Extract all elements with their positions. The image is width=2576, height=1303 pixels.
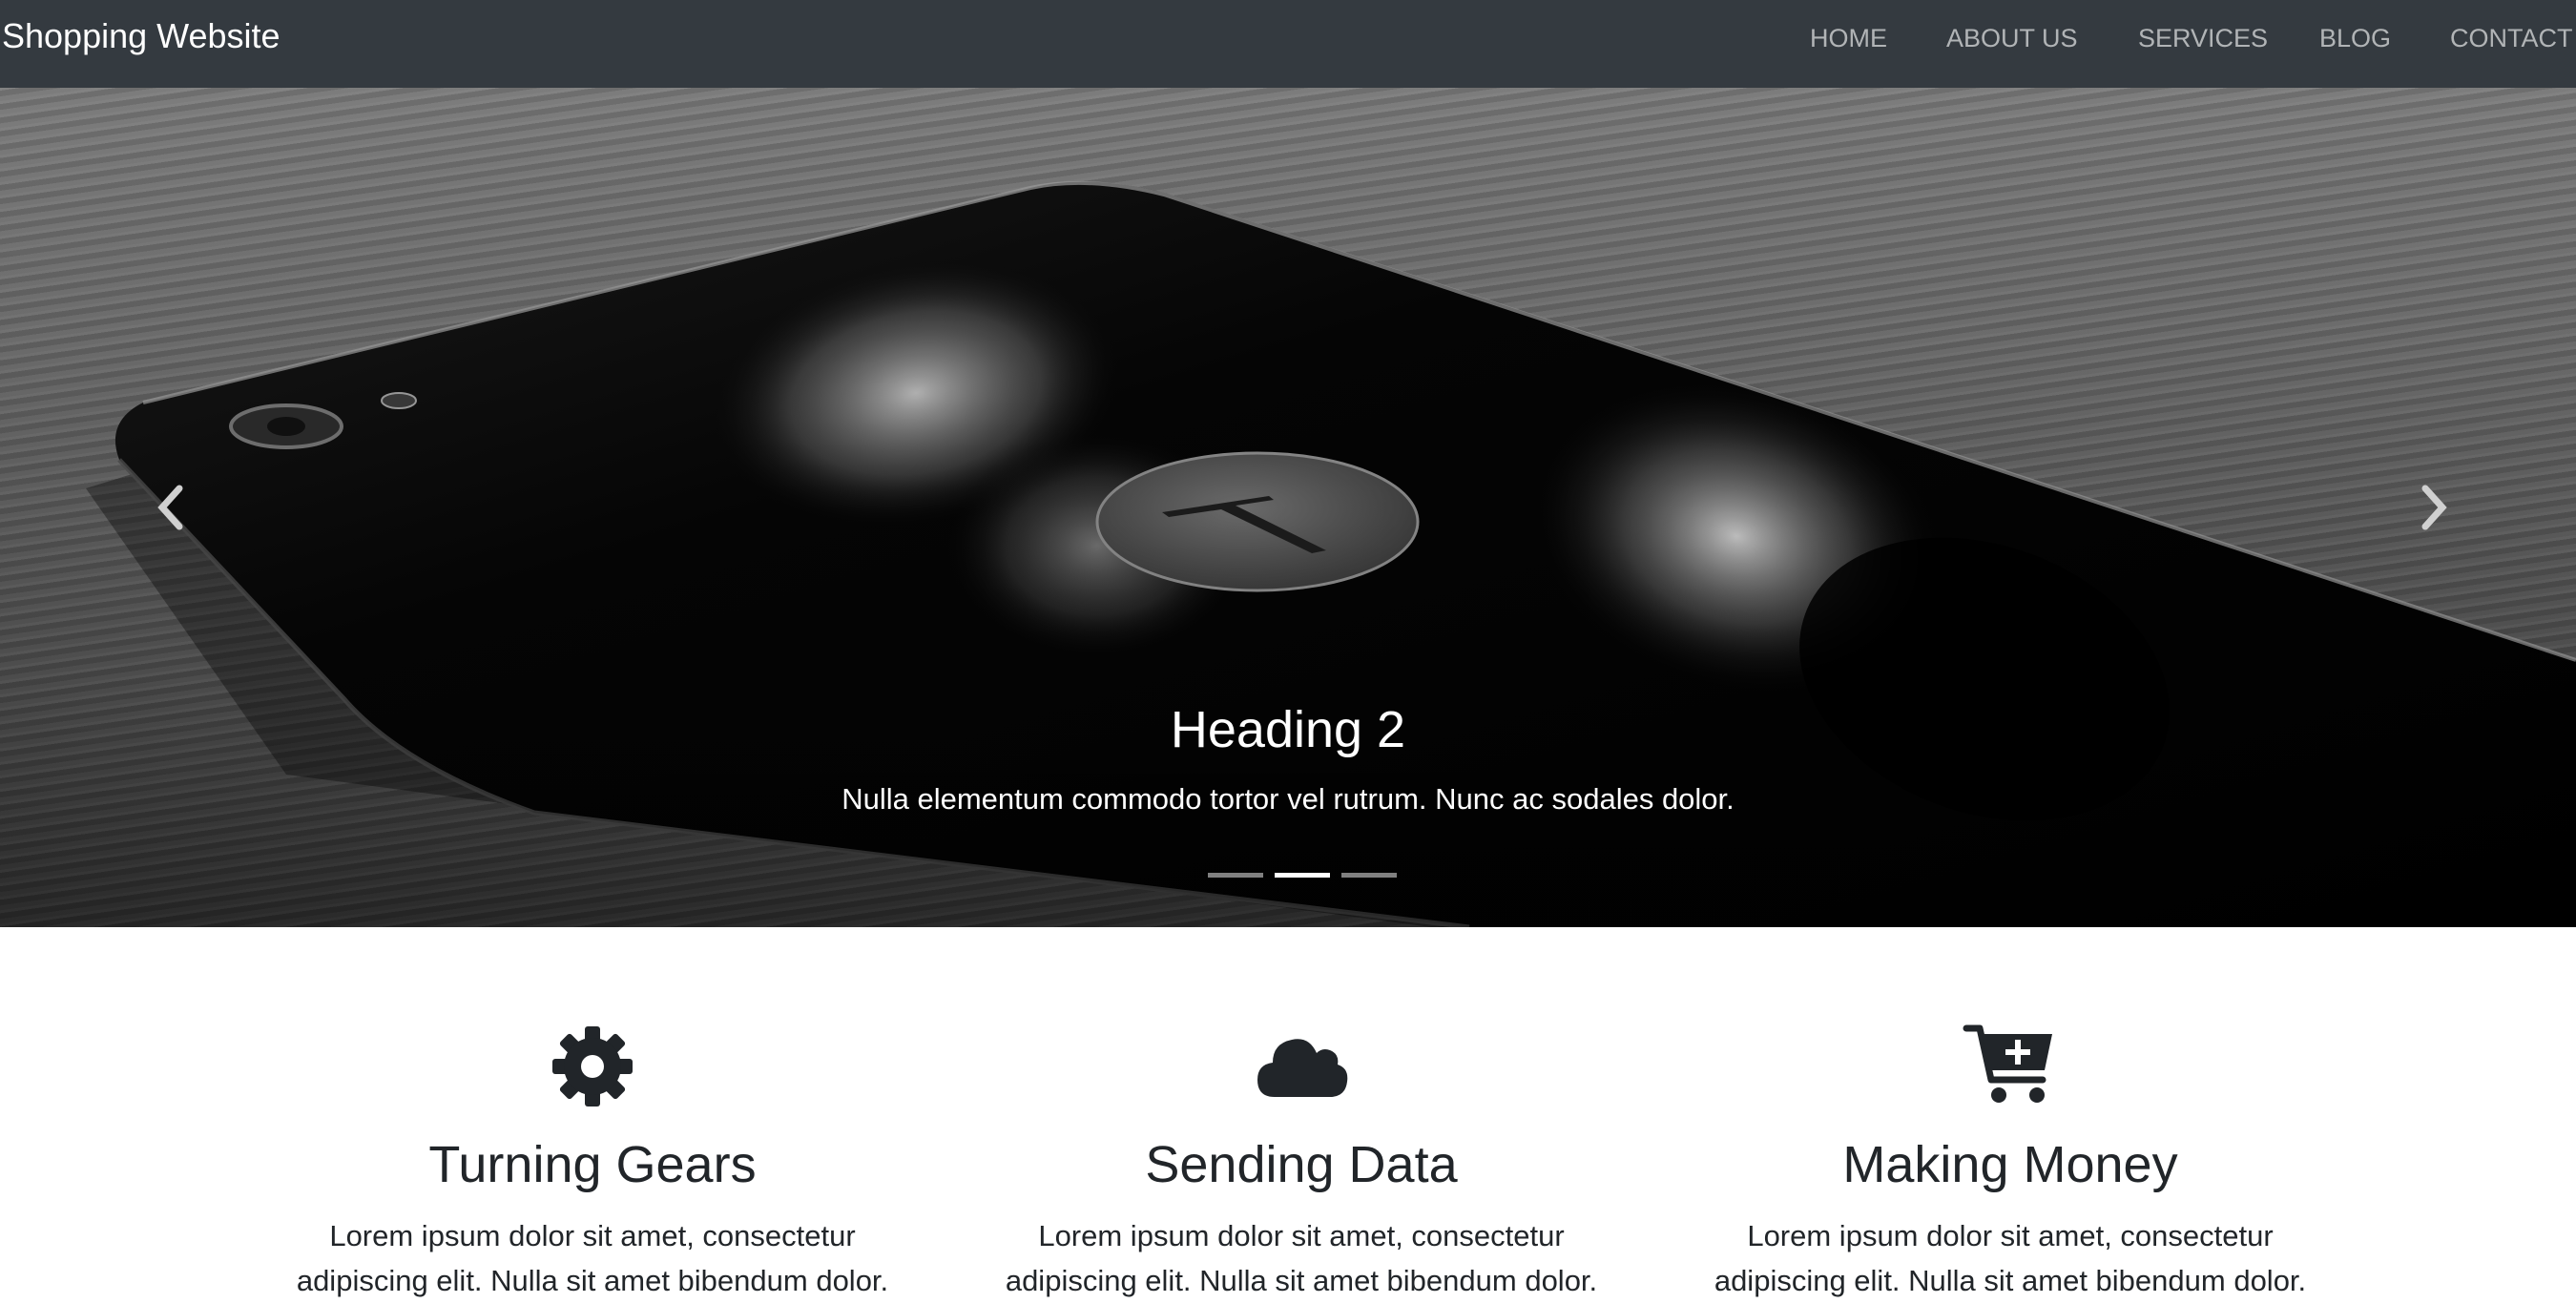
nav-link-about-us[interactable]: ABOUT US xyxy=(1946,21,2078,55)
feature-title: Sending Data xyxy=(1145,1136,1458,1193)
feature-column-making-money: Making Money Lorem ipsum dolor sit amet,… xyxy=(1676,1019,2344,1303)
navbar-brand[interactable]: Shopping Website xyxy=(2,13,280,59)
cart-plus-icon xyxy=(1963,1024,2052,1103)
carousel-indicators xyxy=(1208,873,1399,884)
chevron-left-icon xyxy=(157,485,183,530)
chevron-right-icon xyxy=(2421,485,2447,530)
feature-title: Turning Gears xyxy=(428,1136,757,1193)
feature-text: Lorem ipsum dolor sit amet, consectetur … xyxy=(1005,1219,1598,1297)
nav-link-blog[interactable]: BLOG xyxy=(2319,21,2391,55)
carousel-caption-text: Nulla elementum commodo tortor vel rutru… xyxy=(841,782,1735,816)
feature-column-sending-data: Sending Data Lorem ipsum dolor sit amet,… xyxy=(967,1019,1635,1303)
nav-link-home[interactable]: HOME xyxy=(1810,21,1887,55)
nav-link-services[interactable]: SERVICES xyxy=(2138,21,2268,55)
feature-text: Lorem ipsum dolor sit amet, consectetur … xyxy=(1714,1219,2307,1297)
feature-column-turning-gears: Turning Gears Lorem ipsum dolor sit amet… xyxy=(259,1019,926,1303)
navbar: Shopping Website HOME ABOUT US SERVICES … xyxy=(0,0,2576,88)
feature-text: Lorem ipsum dolor sit amet, consectetur … xyxy=(296,1219,889,1297)
carousel-indicator-1[interactable] xyxy=(1208,873,1263,878)
carousel-next-button[interactable] xyxy=(2395,469,2471,546)
carousel-prev-button[interactable] xyxy=(134,469,210,546)
carousel-caption-heading: Heading 2 xyxy=(1170,701,1406,758)
gear-icon xyxy=(552,1026,633,1107)
cloud-icon xyxy=(1257,1039,1348,1097)
hero-carousel: Heading 2 Nulla elementum commodo tortor… xyxy=(0,88,2576,927)
nav-link-contact[interactable]: CONTACT xyxy=(2450,21,2573,55)
carousel-indicator-2[interactable] xyxy=(1275,873,1330,878)
feature-title: Making Money xyxy=(1842,1136,2178,1193)
carousel-indicator-3[interactable] xyxy=(1341,873,1397,878)
